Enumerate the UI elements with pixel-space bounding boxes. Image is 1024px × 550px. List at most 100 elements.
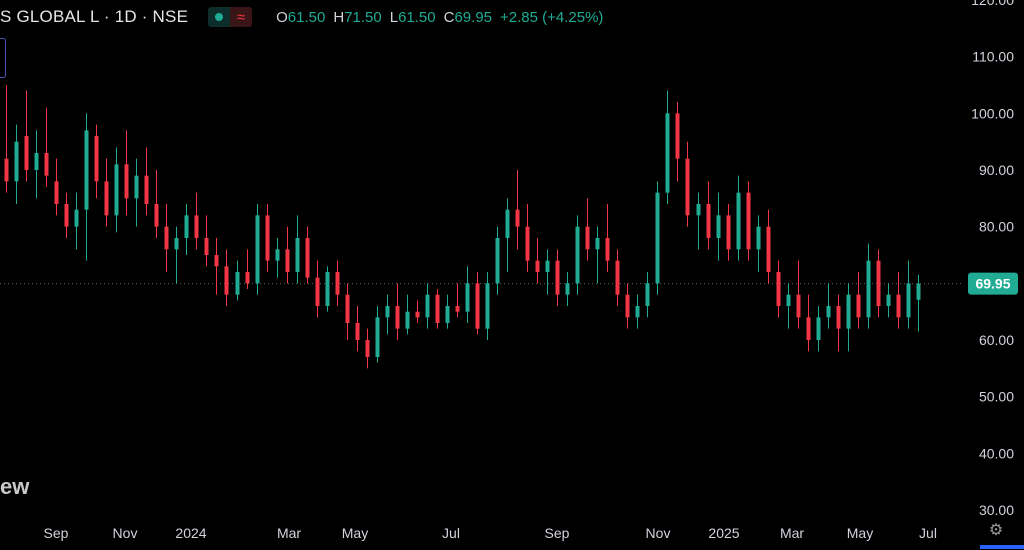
open-label: O — [276, 8, 288, 26]
candle-body — [445, 306, 450, 323]
x-tick-label: May — [847, 525, 873, 541]
candle-body — [665, 113, 670, 193]
candle-body — [395, 306, 400, 329]
candle-body — [816, 317, 821, 340]
candle-body — [565, 283, 570, 295]
candle-body — [746, 192, 751, 250]
candlestick-chart[interactable]: 120.00110.00100.0090.0080.0070.0060.0050… — [0, 0, 1024, 550]
candle-body — [24, 136, 29, 170]
candle-body — [615, 260, 620, 295]
candle-body — [54, 181, 59, 204]
candle-body — [275, 249, 280, 261]
candle-body — [4, 158, 9, 182]
candle-body — [214, 255, 219, 267]
candle-body — [575, 226, 580, 284]
candle-body — [114, 164, 119, 216]
candle-body — [124, 164, 129, 199]
y-tick-label: 30.00 — [979, 502, 1014, 518]
candle-body — [545, 260, 550, 272]
candle-body — [335, 272, 340, 295]
candle-body — [515, 209, 520, 227]
collapse-handle[interactable] — [0, 38, 6, 78]
candle-body — [555, 260, 560, 295]
candle-body — [525, 226, 530, 261]
candle-body — [605, 238, 610, 261]
low-value: 61.50 — [398, 8, 436, 26]
candle-body — [696, 204, 701, 216]
candle-body — [776, 272, 781, 306]
high-label: H — [333, 8, 345, 26]
candle-body — [836, 306, 841, 329]
candle-body — [345, 294, 350, 323]
candle-body — [184, 215, 189, 238]
candle-body — [315, 277, 320, 306]
low-label: L — [389, 8, 399, 26]
candle-body — [896, 294, 901, 318]
candle-body — [385, 306, 390, 318]
change-value: +2.85 (+4.25%) — [500, 8, 604, 26]
candle-body — [435, 294, 440, 323]
x-tick-label: Sep — [44, 525, 69, 541]
candle-body — [465, 283, 470, 312]
x-tick-label: Jul — [442, 525, 460, 541]
candle-body — [245, 272, 250, 284]
candle-body — [856, 294, 861, 318]
candle-body — [194, 215, 199, 238]
candle-body — [625, 294, 630, 318]
open-value: 61.50 — [287, 8, 326, 26]
candle-body — [505, 209, 510, 238]
candle-body — [806, 317, 811, 340]
candle-body — [14, 141, 19, 182]
candle-body — [475, 283, 480, 329]
candle-body — [726, 215, 731, 250]
y-tick-label: 60.00 — [979, 332, 1014, 348]
x-tick-label: Mar — [780, 525, 804, 541]
y-tick-label: 120.00 — [971, 0, 1014, 8]
ohlc-values: O61.50 H71.50 L61.50 C69.95 +2.85 (+4.25… — [276, 9, 603, 26]
x-tick-label: Jul — [919, 525, 937, 541]
candle-body — [94, 136, 99, 182]
y-tick-label: 110.00 — [972, 49, 1014, 65]
candle-body — [255, 215, 260, 284]
candle-body — [876, 260, 881, 306]
symbol-title[interactable]: S GLOBAL L · 1D · NSE — [0, 7, 188, 27]
candle-body — [164, 226, 169, 250]
candle-body — [375, 317, 380, 357]
candle-body — [455, 306, 460, 312]
price-badge-label: 69.95 — [975, 276, 1010, 292]
candle-body — [34, 153, 39, 170]
y-tick-label: 50.00 — [979, 389, 1014, 405]
candle-body — [645, 283, 650, 306]
candle-body — [285, 249, 290, 272]
close-value: 69.95 — [454, 8, 493, 26]
candle-body — [756, 226, 761, 250]
candle-body — [635, 306, 640, 318]
y-tick-label: 100.00 — [971, 105, 1014, 121]
candle-body — [104, 181, 109, 216]
candle-body — [485, 283, 490, 329]
candle-body — [906, 283, 911, 318]
candle-body — [655, 192, 660, 284]
candle-body — [174, 238, 179, 250]
close-label: C — [443, 8, 455, 26]
y-tick-label: 40.00 — [979, 445, 1014, 461]
candle-body — [64, 204, 69, 227]
candle-body — [826, 306, 831, 318]
candle-body — [224, 266, 229, 295]
high-value: 71.50 — [344, 8, 382, 26]
x-tick-label: Nov — [113, 525, 138, 541]
x-tick-label: Nov — [646, 525, 671, 541]
candle-body — [74, 209, 79, 227]
wave-icon[interactable]: ≈ — [230, 7, 253, 27]
candle-body — [44, 153, 49, 176]
candle-body — [295, 238, 300, 272]
candle-body — [365, 340, 370, 357]
settings-icon[interactable]: ⚙ — [987, 522, 1005, 540]
y-tick-label: 90.00 — [979, 162, 1014, 178]
x-tick-label: Mar — [277, 525, 301, 541]
status-badge[interactable] — [208, 7, 231, 27]
candle-body — [685, 158, 690, 216]
candle-body — [916, 283, 921, 300]
candle-body — [706, 204, 711, 238]
candle-body — [235, 272, 240, 295]
